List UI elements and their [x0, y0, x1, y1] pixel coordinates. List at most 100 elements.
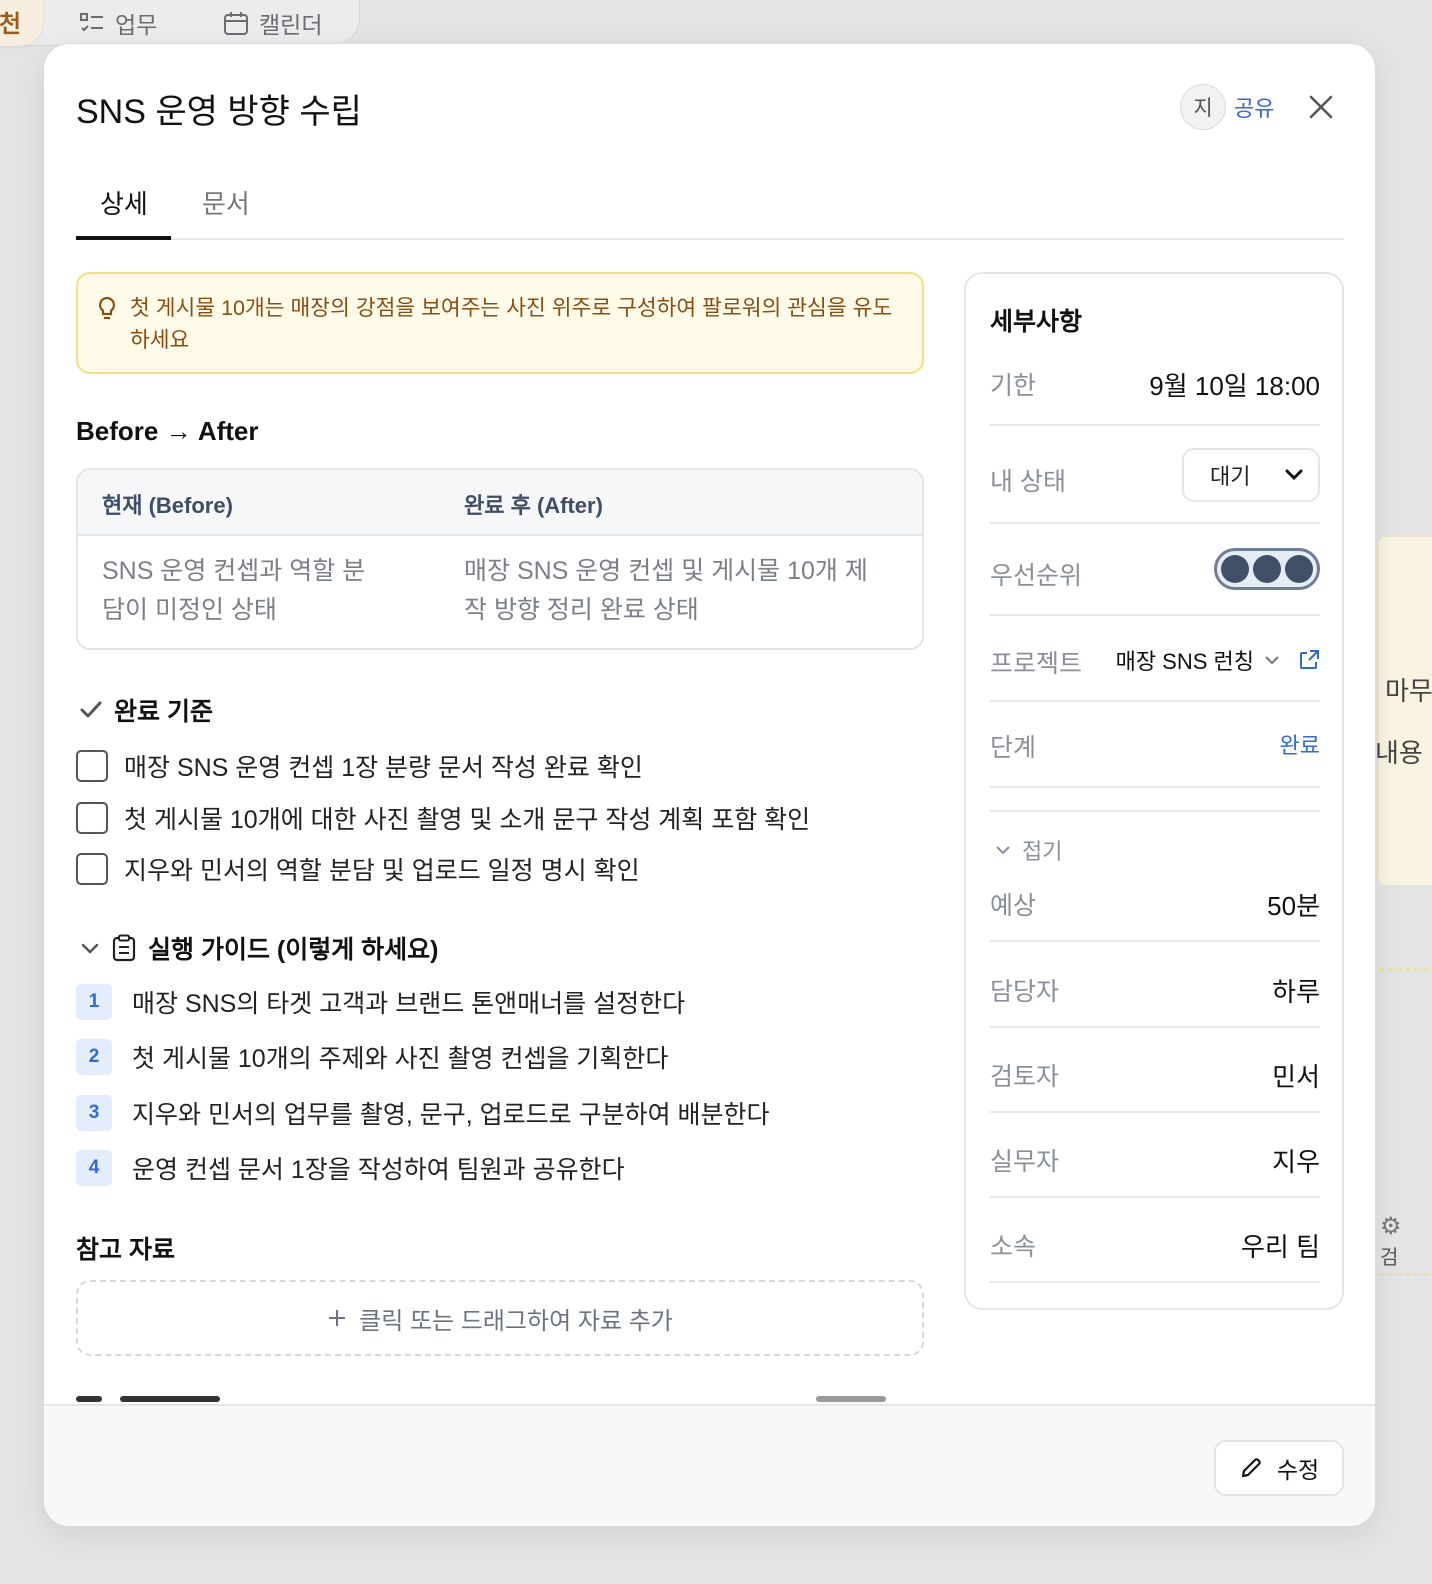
project-label: 프로젝트	[990, 650, 1083, 678]
background-tab-tasks-label: 업무	[115, 12, 158, 38]
project-value: 매장 SNS 런칭	[1115, 649, 1254, 674]
assignee-row: 담당자 하루	[990, 972, 1320, 1028]
reviewer-row: 검토자 민서	[990, 1057, 1320, 1113]
project-select[interactable]: 매장 SNS 런칭	[1116, 644, 1320, 676]
tip-text: 첫 게시물 10개는 매장의 강점을 보여주는 사진 위주로 구성하여 팔로워의…	[130, 296, 893, 352]
guide-step: 1 매장 SNS의 타겟 고객과 브랜드 톤앤매너를 설정한다	[76, 984, 685, 1020]
background-card-content: 내용	[1375, 738, 1423, 768]
avatar-initial: 지	[1193, 97, 1213, 120]
after-header: 완료 후 (After)	[464, 493, 603, 518]
details-panel: 세부사항 기한 9월 10일 18:00 내 상태 대기 우선순위 프로젝트 매…	[964, 272, 1344, 1310]
guide-step: 3 지우와 민서의 업무를 촬영, 문구, 업로드로 구분하여 배분한다	[76, 1095, 770, 1131]
checkbox[interactable]	[76, 853, 108, 885]
modal-title: SNS 운영 방향 수립	[76, 93, 362, 131]
background-tab-tasks[interactable]: 업무	[79, 6, 157, 40]
before-cell: SNS 운영 컨셉과 역할 분담이 미정인 상태	[102, 557, 366, 624]
deadline-label: 기한	[990, 372, 1037, 400]
edit-button[interactable]: 수정	[1214, 1440, 1344, 1496]
gear-icon: ⚙	[1380, 1213, 1402, 1240]
criteria-item-label: 첫 게시물 10개에 대한 사진 촬영 및 소개 문구 작성 계획 포함 확인	[124, 806, 811, 834]
background-tab-calendar-label: 캘린더	[259, 12, 323, 38]
criteria-item[interactable]: 첫 게시물 10개에 대한 사진 촬영 및 소개 문구 작성 계획 포함 확인	[76, 800, 810, 836]
step-number: 4	[76, 1150, 112, 1186]
add-reference-dropzone[interactable]: 클릭 또는 드래그하여 자료 추가	[76, 1280, 924, 1356]
guide-heading-label: 실행 가이드 (이렇게 하세요)	[148, 936, 439, 964]
references-heading: 참고 자료	[76, 1236, 175, 1264]
background-divider	[1378, 1273, 1432, 1276]
chevron-down-icon	[1285, 469, 1303, 481]
clipboard-icon	[112, 934, 136, 962]
criteria-item[interactable]: 매장 SNS 운영 컨셉 1장 분량 문서 작성 완료 확인	[76, 748, 643, 784]
background-tab-active-label: 천	[0, 11, 22, 38]
worker-label: 실무자	[990, 1148, 1060, 1176]
worker-value[interactable]: 지우	[1272, 1142, 1320, 1179]
share-button[interactable]: 공유	[1234, 91, 1274, 123]
external-link-icon[interactable]	[1298, 649, 1320, 671]
priority-row: 우선순위	[990, 548, 1320, 616]
step-text: 지우와 민서의 업무를 촬영, 문구, 업로드로 구분하여 배분한다	[132, 1101, 770, 1129]
background-card-title: 마무	[1385, 676, 1432, 706]
step-text: 운영 컨셉 문서 1장을 작성하여 팀원과 공유한다	[132, 1156, 625, 1184]
close-button[interactable]	[1306, 92, 1336, 122]
reviewer-value[interactable]: 민서	[1272, 1057, 1320, 1094]
stage-value[interactable]: 완료	[1280, 728, 1320, 760]
priority-dot	[1221, 555, 1249, 583]
checkbox[interactable]	[76, 802, 108, 834]
estimate-value[interactable]: 50분	[1267, 886, 1320, 923]
task-detail-modal: SNS 운영 방향 수립 지 공유 상세 문서 첫 게시물 10개는 매장의 강…	[43, 43, 1376, 1527]
team-value[interactable]: 우리 팀	[1241, 1227, 1320, 1264]
step-number: 3	[76, 1095, 112, 1131]
tab-document[interactable]: 문서	[202, 184, 250, 240]
worker-row: 실무자 지우	[990, 1142, 1320, 1198]
lightbulb-icon	[98, 296, 116, 320]
tip-banner: 첫 게시물 10개는 매장의 강점을 보여주는 사진 위주로 구성하여 팔로워의…	[76, 272, 924, 374]
project-row: 프로젝트 매장 SNS 런칭	[990, 644, 1320, 702]
fold-toggle[interactable]: 접기	[994, 834, 1062, 866]
deadline-row[interactable]: 기한 9월 10일 18:00	[990, 362, 1320, 426]
pencil-icon	[1241, 1458, 1261, 1478]
background-review-item: ⚙ 검	[1380, 1212, 1420, 1269]
assignee-label: 담당자	[990, 978, 1060, 1006]
checkbox[interactable]	[76, 750, 108, 782]
after-cell: 매장 SNS 운영 컨셉 및 게시물 10개 제작 방향 정리 완료 상태	[464, 557, 868, 624]
before-header: 현재 (Before)	[102, 493, 233, 518]
step-number: 1	[76, 984, 112, 1020]
stage-row: 단계 완료	[990, 728, 1320, 788]
background-tab-bar: 천 업무 캘린더	[0, 0, 360, 46]
calendar-icon	[224, 12, 248, 35]
criteria-heading-label: 완료 기준	[114, 698, 213, 726]
step-text: 첫 게시물 10개의 주제와 사진 촬영 컨셉을 기획한다	[132, 1045, 669, 1073]
criteria-item[interactable]: 지우와 민서의 역할 분담 및 업로드 일정 명시 확인	[76, 851, 640, 887]
priority-selector[interactable]	[1214, 548, 1320, 590]
criteria-heading: 완료 기준	[80, 692, 213, 728]
my-status-label: 내 상태	[990, 468, 1066, 496]
plus-icon	[329, 1310, 346, 1326]
details-heading: 세부사항	[990, 308, 1083, 336]
background-divider	[1378, 968, 1432, 971]
stage-label: 단계	[990, 734, 1037, 762]
status-select-value: 대기	[1210, 464, 1251, 489]
criteria-item-label: 매장 SNS 운영 컨셉 1장 분량 문서 작성 완료 확인	[124, 754, 643, 782]
status-select[interactable]: 대기	[1182, 448, 1320, 502]
estimate-label: 예상	[990, 892, 1037, 920]
step-number: 2	[76, 1039, 112, 1075]
task-list-icon	[80, 13, 103, 32]
background-tab-active[interactable]: 천	[0, 0, 43, 46]
active-tab-indicator	[76, 236, 171, 240]
edit-label: 수정	[1276, 1457, 1320, 1483]
modal-footer: 수정	[44, 1404, 1375, 1526]
background-card: 마무 내용	[1375, 536, 1432, 886]
assignee-value[interactable]: 하루	[1272, 972, 1320, 1009]
tab-detail[interactable]: 상세	[100, 184, 148, 240]
divider	[990, 788, 1320, 812]
chevron-down-icon	[996, 846, 1010, 855]
add-reference-label: 클릭 또는 드래그하여 자료 추가	[359, 1307, 673, 1335]
avatar[interactable]: 지	[1180, 84, 1226, 130]
my-status-row: 내 상태 대기	[990, 448, 1320, 524]
guide-step: 4 운영 컨셉 문서 1장을 작성하여 팀원과 공유한다	[76, 1150, 625, 1186]
background-tab-calendar[interactable]: 캘린더	[223, 6, 322, 40]
deadline-value: 9월 10일 18:00	[1149, 371, 1320, 401]
before-after-header-row: 현재 (Before) 완료 후 (After)	[78, 470, 922, 536]
guide-heading[interactable]: 실행 가이드 (이렇게 하세요)	[80, 930, 439, 966]
priority-dot	[1253, 555, 1281, 583]
